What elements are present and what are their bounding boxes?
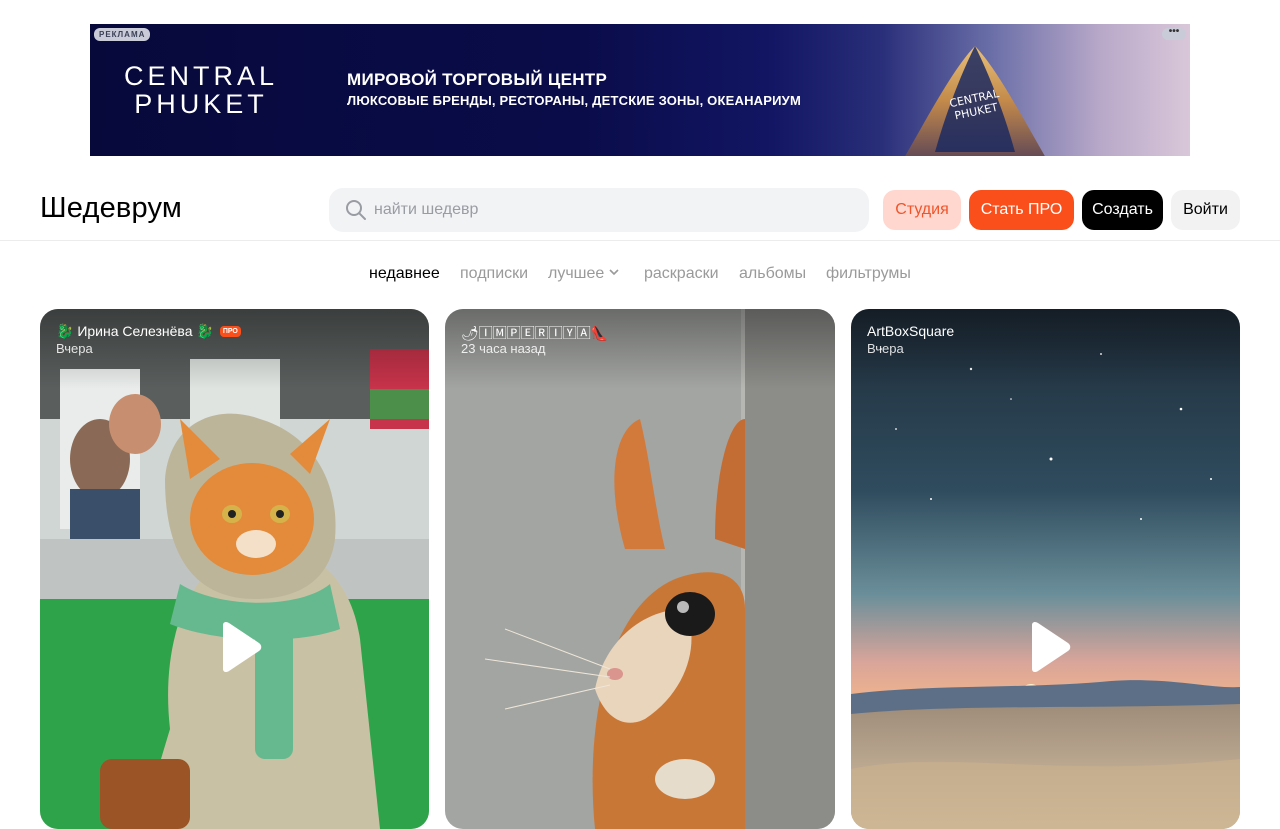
card-time: Вчера	[867, 341, 904, 356]
tab-best-label: лучшее	[548, 265, 605, 282]
search-icon	[346, 200, 366, 220]
ad-brand-logo: CENTRAL PHUKET	[124, 62, 278, 118]
tab-albums[interactable]: альбомы	[739, 265, 806, 283]
become-pro-button[interactable]: Стать ПРО	[969, 190, 1074, 230]
card-time: Вчера	[56, 341, 93, 356]
play-icon[interactable]	[1024, 621, 1072, 673]
feed-card[interactable]: 🌶🄸🄼🄿🄴🅁🄸🅈🄰👠 23 часа назад	[445, 309, 835, 829]
tab-recent[interactable]: недавнее	[369, 265, 440, 283]
feed-card[interactable]: ArtBoxSquare Вчера	[851, 309, 1240, 829]
ad-logo-line2: PHUKET	[134, 89, 268, 119]
ad-subline: ЛЮКСОВЫЕ БРЕНДЫ, РЕСТОРАНЫ, ДЕТСКИЕ ЗОНЫ…	[347, 93, 801, 108]
ad-tower-image: CENTRAL PHUKET	[905, 46, 1045, 156]
ad-menu-icon[interactable]: •••	[1162, 27, 1186, 40]
search-box[interactable]	[329, 188, 869, 232]
tab-subscriptions[interactable]: подписки	[460, 265, 528, 283]
ad-label: РЕКЛАМА	[94, 28, 151, 41]
search-input[interactable]	[374, 188, 854, 232]
tab-filtrooms[interactable]: фильтрумы	[826, 265, 911, 283]
card-author[interactable]: ArtBoxSquare	[867, 323, 954, 339]
ad-logo-line1: CENTRAL	[124, 61, 279, 91]
feed-card[interactable]: 🐉 Ирина Селезнёва 🐉 ПРО Вчера	[40, 309, 429, 829]
card-time: 23 часа назад	[461, 341, 546, 356]
card-author-name: ArtBoxSquare	[867, 323, 955, 339]
ad-banner[interactable]: РЕКЛАМА ••• CENTRAL PHUKET МИРОВОЙ ТОРГО…	[90, 24, 1190, 156]
site-header: Шедеврум Студия Стать ПРО Создать Войти	[0, 176, 1280, 241]
play-icon[interactable]	[215, 621, 263, 673]
card-author-name: 🌶🄸🄼🄿🄴🅁🄸🅈🄰👠	[461, 325, 609, 341]
pro-badge: ПРО	[219, 326, 241, 337]
ad-headline: МИРОВОЙ ТОРГОВЫЙ ЦЕНТР	[347, 70, 608, 89]
site-logo[interactable]: Шедеврум	[40, 192, 182, 225]
card-author[interactable]: 🐉 Ирина Селезнёва 🐉 ПРО	[56, 323, 241, 340]
card-author-name: 🐉 Ирина Селезнёва 🐉	[56, 323, 214, 339]
studio-button[interactable]: Студия	[883, 190, 961, 230]
card-author[interactable]: 🌶🄸🄼🄿🄴🅁🄸🅈🄰👠	[461, 323, 608, 343]
feed-tabs: недавнее подписки лучшее раскраски альбо…	[0, 265, 1280, 287]
tab-best[interactable]: лучшее	[548, 265, 619, 283]
create-button[interactable]: Создать	[1082, 190, 1163, 230]
chevron-down-icon	[609, 269, 619, 276]
login-button[interactable]: Войти	[1171, 190, 1240, 230]
tab-coloring[interactable]: раскраски	[644, 265, 719, 283]
